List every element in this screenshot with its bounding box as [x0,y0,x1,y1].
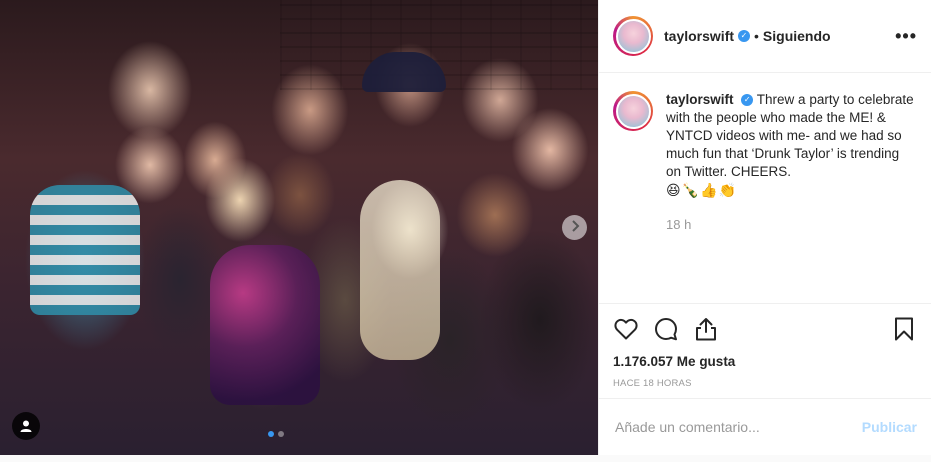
avatar-image [615,18,651,54]
photo-sequin-dress [210,245,320,405]
publish-button[interactable]: Publicar [862,419,917,435]
caption-body: taylorswift ✓ Threw a party to celebrate… [666,91,915,199]
caption-avatar[interactable] [613,91,653,131]
bookmark-icon[interactable] [891,316,917,342]
carousel-dot [278,431,284,437]
post-actions: 1.176.057 Me gusta HACE 18 HORAS [599,303,931,389]
chevron-right-icon [570,219,580,237]
post-timestamp[interactable]: HACE 18 HORAS [613,378,917,389]
comment-input[interactable] [615,419,862,435]
add-comment-bar: Publicar [599,398,931,455]
next-photo-button[interactable] [562,215,587,240]
post-caption: taylorswift ✓ Threw a party to celebrate… [613,91,915,199]
verified-badge-icon: ✓ [741,94,754,107]
verified-badge-icon: ✓ [738,30,751,42]
photo-striped-shirt [30,185,140,315]
author-avatar[interactable] [613,16,653,56]
carousel-indicators [268,431,284,437]
caption-emojis: 😆🍾👍👏 [666,182,737,198]
heart-icon[interactable] [613,316,639,342]
caption-username[interactable]: taylorswift [666,92,734,107]
action-icons [613,314,917,344]
following-button[interactable]: Siguiendo [763,28,831,44]
photo-blonde-hair [360,180,440,360]
likes-count[interactable]: 1.176.057 Me gusta [613,354,917,369]
post-photo[interactable] [0,0,598,455]
comment-icon[interactable] [653,316,679,342]
header-separator: • [754,28,759,44]
more-options-icon[interactable]: ••• [895,27,917,45]
share-icon[interactable] [693,316,719,342]
instagram-post: taylorswift ✓ • Siguiendo ••• taylorswif… [0,0,931,455]
comments-section: taylorswift ✓ Threw a party to celebrate… [599,73,931,303]
post-side-panel: taylorswift ✓ • Siguiendo ••• taylorswif… [598,0,931,455]
carousel-dot-active [268,431,274,437]
avatar-image [615,93,651,129]
author-username[interactable]: taylorswift [664,28,734,44]
post-header: taylorswift ✓ • Siguiendo ••• [599,0,931,73]
caption-age: 18 h [666,217,692,232]
user-tag-icon[interactable] [12,412,40,440]
